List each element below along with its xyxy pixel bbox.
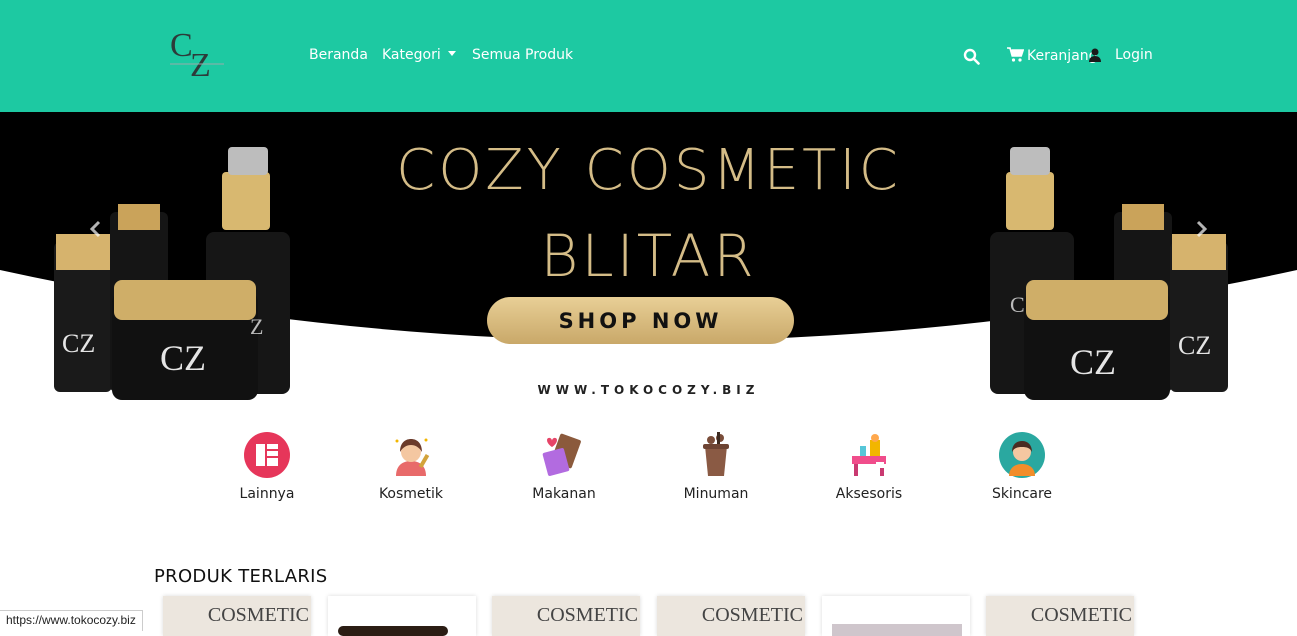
section-title-produk-terlaris: PRODUK TERLARIS (154, 566, 328, 587)
product-image-text: COSMETIC (536, 604, 638, 626)
product-image (338, 626, 448, 636)
category-makanan[interactable]: Makanan (509, 432, 619, 502)
product-card[interactable]: COSMETIC (657, 596, 805, 636)
category-minuman[interactable]: Minuman (661, 432, 771, 502)
svg-text:CZ: CZ (160, 338, 206, 378)
category-label: Skincare (991, 486, 1053, 502)
svg-text:CZ: CZ (1178, 331, 1211, 360)
category-skincare[interactable]: Skincare (967, 432, 1077, 502)
svg-text:Z: Z (250, 314, 263, 339)
cart-icon (1007, 47, 1025, 66)
category-lainnya[interactable]: Lainnya (212, 432, 322, 502)
nav-kategori-dropdown[interactable]: Kategori (382, 47, 456, 63)
brand-logo[interactable]: C Z (166, 27, 228, 84)
svg-text:C: C (1010, 292, 1025, 317)
category-list: Lainnya Kosmetik Makanan Minuman Aksesor… (0, 412, 1297, 532)
drink-cup-icon (693, 432, 739, 478)
product-image-text: COSMETIC (701, 604, 803, 626)
category-label: Makanan (532, 486, 596, 502)
product-image (832, 624, 962, 636)
product-card[interactable]: COSMETIC (492, 596, 640, 636)
svg-text:CZ: CZ (62, 329, 95, 358)
grid-list-icon (244, 432, 290, 478)
product-card[interactable]: COSMETIC (986, 596, 1134, 636)
woman-avatar-icon (999, 432, 1045, 478)
chocolate-icon (541, 432, 587, 478)
hero-carousel: CZ CZ Z CZ CZ C COZY COSMETIC BLITAR SHO… (0, 112, 1297, 412)
product-image-text: COSMETIC (1030, 604, 1132, 626)
navbar: C Z Beranda Kategori Semua Produk Keranj… (0, 0, 1297, 112)
cart-label: Keranjang (1027, 48, 1098, 64)
makeup-woman-icon (388, 432, 434, 478)
product-card[interactable]: COSMETIC (163, 596, 311, 636)
category-label: Aksesoris (835, 486, 903, 502)
svg-text:CZ: CZ (1070, 342, 1116, 382)
hero-title-line2: BLITAR (540, 222, 757, 290)
category-label: Minuman (683, 486, 749, 502)
status-bar-url: https://www.tokocozy.biz (0, 610, 143, 631)
user-icon[interactable] (1089, 47, 1101, 66)
product-card[interactable] (822, 596, 970, 636)
search-icon[interactable] (963, 48, 980, 69)
category-label: Lainnya (239, 486, 295, 502)
category-aksesoris[interactable]: Aksesoris (814, 432, 924, 502)
caret-down-icon (447, 51, 456, 56)
vanity-table-icon (846, 432, 892, 478)
hero-website: WWW.TOKOCOZY.BIZ (537, 383, 760, 397)
nav-beranda[interactable]: Beranda (309, 47, 368, 63)
login-link[interactable]: Login (1115, 47, 1153, 63)
category-label: Kosmetik (378, 486, 444, 502)
shop-now-button[interactable]: SHOP NOW (487, 297, 794, 344)
nav-kategori-label: Kategori (382, 47, 441, 63)
nav-semua-produk[interactable]: Semua Produk (472, 47, 573, 63)
cart-link[interactable]: Keranjang (1007, 47, 1098, 66)
category-kosmetik[interactable]: Kosmetik (356, 432, 466, 502)
hero-title-line1: COZY COSMETIC (396, 138, 901, 203)
product-image-text: COSMETIC (207, 604, 309, 626)
product-card[interactable] (328, 596, 476, 636)
